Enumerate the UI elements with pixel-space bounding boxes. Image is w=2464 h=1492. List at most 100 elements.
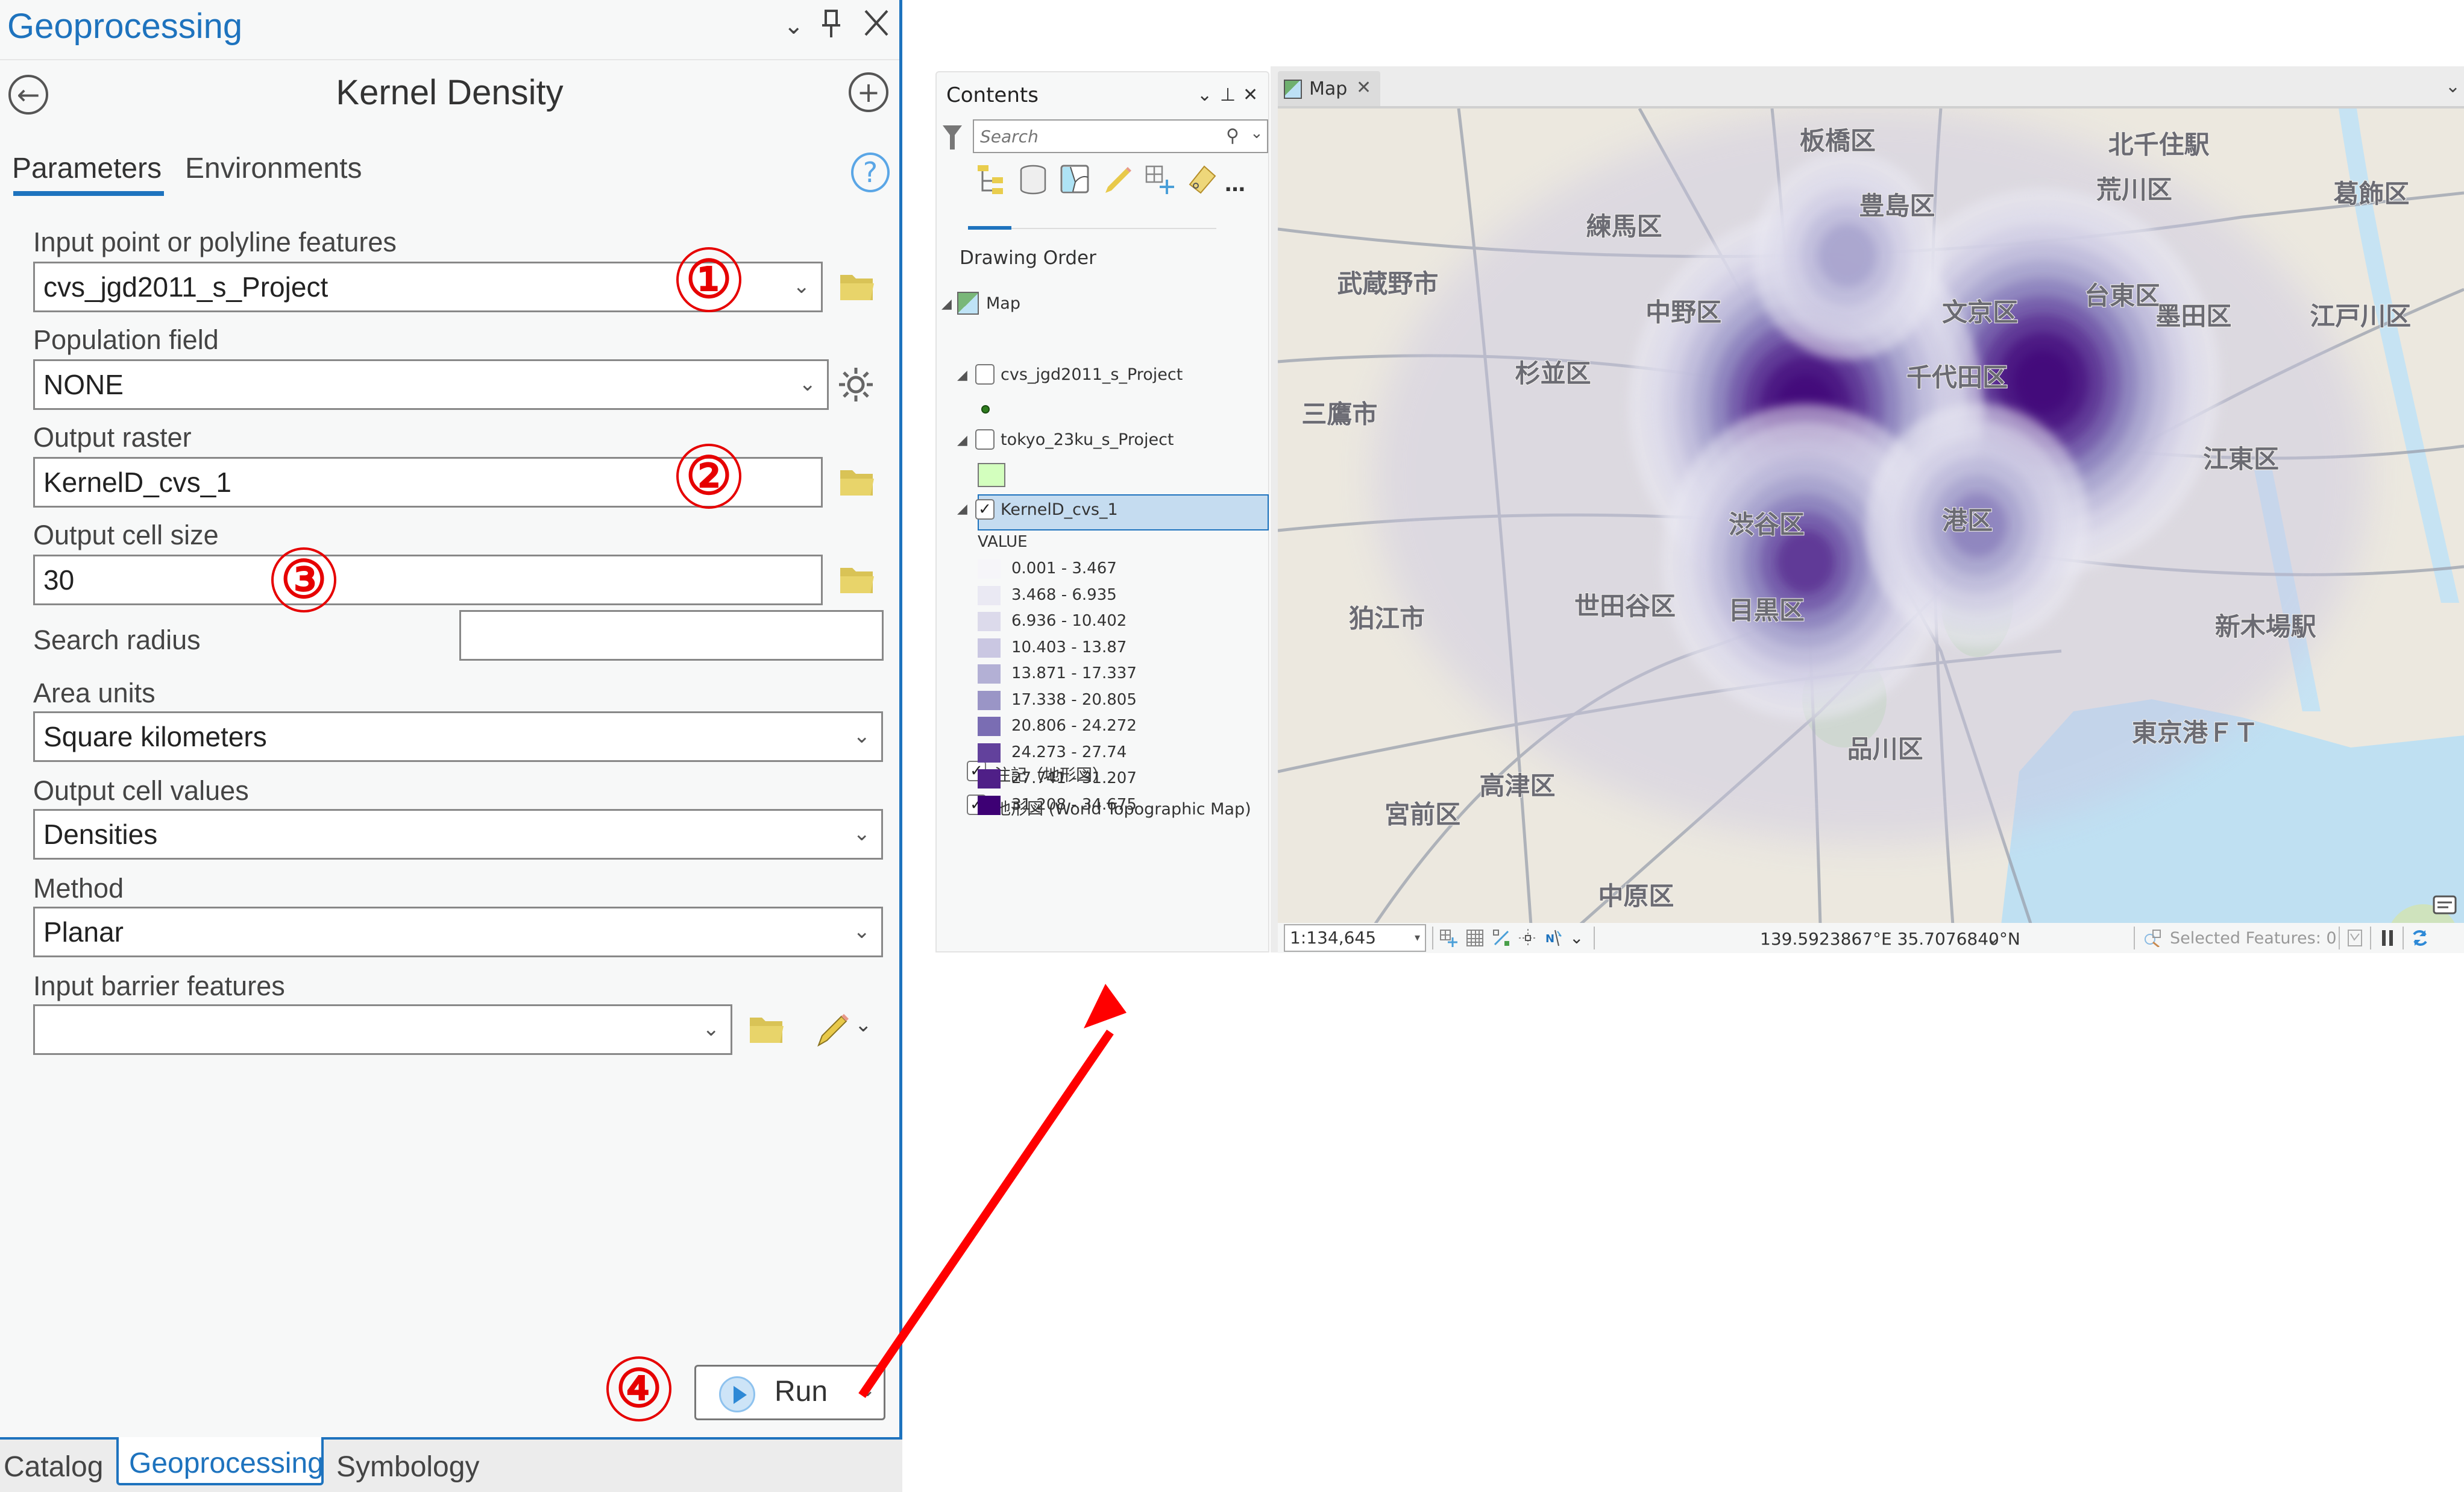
refresh-icon[interactable] <box>2411 929 2429 947</box>
legend-swatch[interactable] <box>978 743 1001 763</box>
area-units-dropdown[interactable]: Square kilometers ⌄ <box>33 711 883 762</box>
snapping-icon[interactable] <box>1439 929 1457 947</box>
map-tab-label: Map <box>1309 78 1348 99</box>
list-by-drawing-order-icon[interactable] <box>975 164 1007 195</box>
tab-geoprocessing[interactable]: Geoprocessing <box>116 1437 324 1485</box>
layer-name[interactable]: cvs_jgd2011_s_Project <box>1001 365 1183 384</box>
list-by-snapping-icon[interactable] <box>1144 164 1175 195</box>
run-button[interactable]: Run ⌄ <box>694 1365 885 1420</box>
add-plus-icon[interactable]: + <box>849 72 888 112</box>
layer-visibility-checkbox[interactable] <box>975 429 995 450</box>
layer-name[interactable]: tokyo_23ku_s_Project <box>1001 430 1174 449</box>
legend-swatch[interactable] <box>978 612 1001 631</box>
divider <box>1594 927 1595 949</box>
pin-icon[interactable]: ⊥ <box>1220 84 1236 105</box>
list-by-data-source-icon[interactable] <box>1017 164 1049 195</box>
run-options-chevron-icon[interactable]: ⌄ <box>860 1380 875 1401</box>
grid-icon[interactable] <box>1466 929 1484 947</box>
legend-swatch[interactable] <box>978 638 1001 658</box>
list-by-selection-icon[interactable] <box>1060 164 1091 195</box>
layer-visibility-checkbox[interactable]: ✓ <box>975 499 995 520</box>
bottom-pane-tabs: Catalog Geoprocessing Symbology <box>0 1437 902 1492</box>
folder-icon[interactable] <box>838 463 876 502</box>
legend-label: 0.001 - 3.467 <box>1011 559 1117 578</box>
tab-environments[interactable]: Environments <box>185 152 362 185</box>
pin-icon[interactable] <box>821 8 841 46</box>
method-dropdown[interactable]: Planar ⌄ <box>33 907 883 957</box>
input-features-value: cvs_jgd2011_s_Project <box>43 271 328 303</box>
barrier-features-dropdown[interactable]: ⌄ <box>33 1004 732 1055</box>
sketch-dropdown-chevron-icon[interactable]: ⌄ <box>855 1013 872 1037</box>
output-cell-values-dropdown[interactable]: Densities ⌄ <box>33 809 883 860</box>
pause-drawing-icon[interactable] <box>2378 929 2396 947</box>
list-by-editing-icon[interactable] <box>1102 164 1133 195</box>
legend-swatch[interactable] <box>978 559 1001 579</box>
legend-swatch[interactable] <box>978 585 1001 605</box>
help-icon[interactable]: ? <box>851 153 890 192</box>
attribution-icon[interactable] <box>2431 893 2458 917</box>
close-icon[interactable] <box>863 8 890 45</box>
constraints-icon[interactable] <box>1492 929 1510 947</box>
filter-icon[interactable] <box>941 124 963 153</box>
search-options-chevron-icon[interactable]: ⌄ <box>1250 124 1263 142</box>
folder-icon[interactable] <box>747 1010 786 1049</box>
chevron-down-icon[interactable]: ⌄ <box>2445 76 2460 97</box>
layer-name[interactable]: KernelD_cvs_1 <box>1001 500 1118 519</box>
more-options-icon[interactable]: … <box>1225 172 1256 204</box>
map-place-label: 世田谷区 <box>1574 591 1676 621</box>
folder-icon[interactable] <box>838 268 876 306</box>
search-radius-input[interactable] <box>459 610 884 661</box>
map-place-label: 狛江市 <box>1349 603 1425 633</box>
map-canvas[interactable]: 板橋区 豊島区 練馬区 北千住駅 荒川区 葛飾区 武蔵野市 中野区 文京区 台東区 墨田区 江戸川区杉… <box>1278 106 2464 923</box>
layer-visibility-checkbox[interactable] <box>975 364 995 385</box>
expand-triangle-icon[interactable]: ◢ <box>941 297 952 312</box>
map-place-label: 北千住駅 <box>2108 130 2210 160</box>
legend-swatch[interactable] <box>978 664 1001 684</box>
scale-dropdown[interactable]: 1:134,645 ▾ <box>1284 924 1426 952</box>
tab-catalog[interactable]: Catalog <box>4 1450 103 1484</box>
map-node-label[interactable]: Map <box>986 294 1020 313</box>
close-icon[interactable]: ✕ <box>1356 77 1371 98</box>
map-place-label: 江東区 <box>2203 444 2279 474</box>
map-place-label: 三鷹市 <box>1301 400 1377 429</box>
area-units-value: Square kilometers <box>43 721 267 752</box>
density-contour <box>2014 350 2072 414</box>
legend-swatch[interactable] <box>978 769 1001 788</box>
divider <box>2134 927 2135 949</box>
chevron-down-icon[interactable]: ⌄ <box>1570 928 1583 948</box>
pane-menu-chevron-icon[interactable]: ⌄ <box>1197 84 1212 105</box>
legend-swatch[interactable] <box>978 690 1001 710</box>
contents-search-input[interactable] <box>980 126 1197 146</box>
folder-icon[interactable] <box>838 561 876 599</box>
clear-selection-icon[interactable] <box>2346 929 2364 947</box>
expand-triangle-icon[interactable]: ◢ <box>957 502 967 517</box>
coordinate-format-chevron-icon[interactable]: ⌄ <box>1986 928 2000 948</box>
map-tab[interactable]: Map ✕ <box>1278 71 1380 106</box>
expand-triangle-icon[interactable]: ◢ <box>957 433 967 448</box>
contents-search-box[interactable]: ⚲ ⌄ <box>973 119 1268 153</box>
selected-features-count[interactable]: Selected Features: 0 <box>2170 929 2337 948</box>
correction-icon[interactable] <box>1519 929 1537 947</box>
pencil-icon[interactable] <box>814 1010 852 1049</box>
legend-swatch[interactable] <box>978 795 1001 815</box>
legend-label: 20.806 - 24.272 <box>1011 717 1137 735</box>
close-icon[interactable]: ✕ <box>1243 84 1258 105</box>
north-arrow-icon[interactable]: N <box>1545 929 1564 947</box>
population-field-dropdown[interactable]: NONE ⌄ <box>33 359 829 410</box>
legend-label: 6.936 - 10.402 <box>1011 612 1127 630</box>
map-place-label: 宮前区 <box>1384 800 1460 829</box>
svg-text:N: N <box>1545 933 1554 945</box>
map-graphics: 板橋区豊島区練馬区 北千住駅荒川区 葛飾区武蔵野市中野区 文京区 台東区墨田区 江戸川区杉… <box>1278 109 2464 923</box>
expand-triangle-icon[interactable]: ◢ <box>957 368 967 383</box>
pane-menu-chevron-icon[interactable]: ⌄ <box>784 12 804 40</box>
list-by-labeling-icon[interactable] <box>1186 164 1218 195</box>
contents-toolbar: … <box>963 164 1252 206</box>
tab-parameters[interactable]: Parameters <box>12 152 162 185</box>
search-icon[interactable]: ⚲ <box>1226 125 1239 146</box>
output-cell-size-input[interactable]: 30 <box>33 555 823 605</box>
zoom-to-selection-icon[interactable] <box>2143 929 2161 947</box>
tab-symbology[interactable]: Symbology <box>336 1450 479 1484</box>
legend-field-label: VALUE <box>978 533 1028 551</box>
legend-swatch[interactable] <box>978 717 1001 736</box>
gear-icon[interactable] <box>837 365 875 404</box>
